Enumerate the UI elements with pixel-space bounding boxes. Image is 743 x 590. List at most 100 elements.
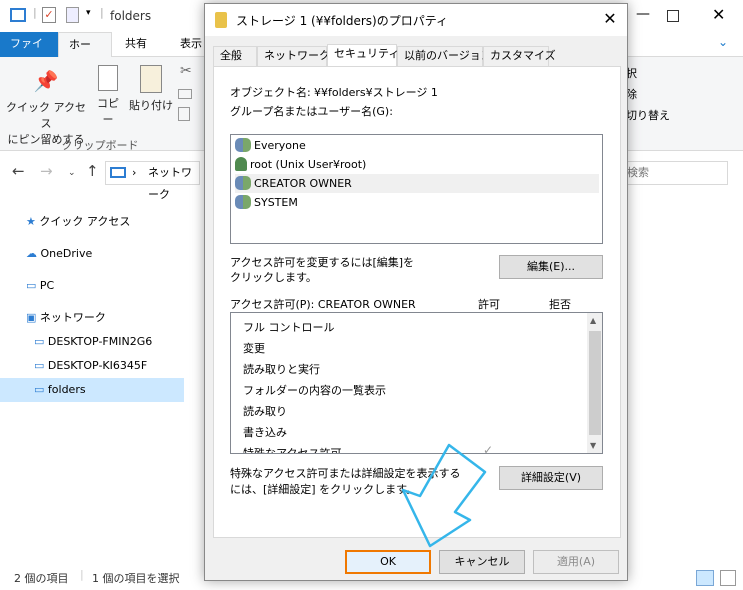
- dialog-close-button[interactable]: ✕: [600, 9, 620, 29]
- dialog-titlebar: ストレージ 1 (¥¥folders)のプロパティ ✕: [205, 4, 627, 36]
- tab-share[interactable]: 共有: [115, 32, 157, 57]
- maximize-button[interactable]: [667, 10, 679, 22]
- explorer-title: folders: [110, 9, 152, 23]
- allow-checkmark-icon: ✓: [483, 443, 494, 454]
- network-computer-icon: [110, 167, 126, 178]
- search-placeholder: 検索: [627, 166, 649, 179]
- permission-item: 特殊なアクセス許可: [243, 447, 342, 454]
- invert-selection-label[interactable]: 切り替え: [626, 107, 670, 123]
- nav-desktop-1[interactable]: ▭ DESKTOP-FMIN2G6: [34, 330, 152, 354]
- object-name-label: オブジェクト名:: [230, 86, 311, 99]
- new-folder-icon[interactable]: [66, 7, 79, 23]
- back-arrow-icon[interactable]: ←: [12, 162, 25, 180]
- object-name-value: ¥¥folders¥ストレージ 1: [314, 86, 438, 99]
- advanced-text-1: 特殊なアクセス許可または詳細設定を表示する: [230, 467, 461, 480]
- change-permission-text-2: クリックします。: [230, 271, 317, 284]
- tab-previous-versions[interactable]: 以前のバージョン: [397, 46, 492, 66]
- group-name: CREATOR OWNER: [254, 177, 352, 190]
- nav-desktop-2[interactable]: ▭ DESKTOP-KI6345F: [34, 354, 147, 378]
- group-list-label: グループ名またはユーザー名(G):: [230, 105, 393, 118]
- separator: |: [80, 568, 84, 581]
- computer-icon: [10, 8, 26, 22]
- users-icon: [235, 195, 251, 209]
- group-name: SYSTEM: [254, 196, 298, 209]
- list-item[interactable]: root (Unix User¥root): [235, 155, 599, 174]
- allow-column-header: 許可: [478, 298, 500, 311]
- tab-network[interactable]: ネットワーク: [257, 46, 330, 66]
- list-item[interactable]: SYSTEM: [235, 193, 599, 212]
- forward-arrow-icon[interactable]: →: [40, 162, 53, 180]
- nav-network[interactable]: ▣ ネットワーク: [26, 306, 106, 330]
- nav-onedrive[interactable]: ☁ OneDrive: [26, 242, 92, 266]
- tab-home[interactable]: ホーム: [58, 32, 112, 75]
- nav-folders[interactable]: ▭ folders: [0, 378, 184, 402]
- computer-icon: ▭: [34, 383, 45, 396]
- details-view-icon[interactable]: [696, 570, 714, 586]
- cancel-button[interactable]: キャンセル: [439, 550, 525, 574]
- address-text: ネットワーク: [148, 166, 192, 201]
- user-icon: [235, 157, 247, 171]
- tab-customize[interactable]: カスタマイズ: [483, 46, 556, 66]
- scroll-down-arrow-icon[interactable]: ▼: [590, 441, 596, 450]
- list-item[interactable]: Everyone: [235, 136, 599, 155]
- status-item-count: 2 個の項目: [14, 572, 69, 585]
- address-input[interactable]: › ネットワーク: [105, 161, 200, 201]
- tab-general[interactable]: 全般: [213, 46, 257, 66]
- navigation-pane: ★ クイック アクセス ☁ OneDrive ▭ PC ▣ ネットワーク ▭ D…: [0, 205, 184, 415]
- nav-quick-access[interactable]: ★ クイック アクセス: [26, 210, 130, 234]
- permission-item: 変更: [243, 342, 265, 355]
- breadcrumb-chevron-icon[interactable]: ›: [132, 162, 136, 184]
- computer-icon: ▭: [34, 335, 45, 348]
- computer-icon: ▭: [34, 359, 45, 372]
- advanced-button[interactable]: 詳細設定(V): [499, 466, 603, 490]
- nav-onedrive-label: OneDrive: [40, 247, 93, 260]
- permission-item: フル コントロール: [243, 321, 335, 334]
- recent-chevron-icon[interactable]: ⌄: [68, 168, 76, 178]
- large-icons-view-icon[interactable]: [720, 570, 736, 586]
- up-arrow-icon[interactable]: ↑: [86, 162, 99, 180]
- users-icon: [235, 176, 251, 190]
- explorer-close-button[interactable]: ✕: [712, 5, 725, 24]
- permission-item: 読み取りと実行: [243, 363, 320, 376]
- minimize-button[interactable]: —: [636, 6, 650, 22]
- properties-dialog: ストレージ 1 (¥¥folders)のプロパティ ✕ 全般 ネットワーク セキ…: [204, 3, 628, 581]
- dialog-title: ストレージ 1 (¥¥folders)のプロパティ: [236, 14, 449, 28]
- apply-button[interactable]: 適用(A): [533, 550, 619, 574]
- users-icon: [235, 138, 251, 152]
- separator: |: [100, 6, 104, 19]
- deny-column-header: 拒否: [549, 298, 571, 311]
- permission-list[interactable]: フル コントロール 変更 読み取りと実行 フォルダーの内容の一覧表示 読み取り …: [230, 312, 603, 454]
- separator: |: [33, 6, 37, 19]
- permission-list-label: アクセス許可(P): CREATOR OWNER: [230, 298, 416, 311]
- cloud-icon: ☁: [26, 247, 37, 260]
- customize-qat-icon[interactable]: ▾: [86, 8, 91, 18]
- change-permission-text-1: アクセス許可を変更するには[編集]を: [230, 256, 415, 269]
- permission-item: フォルダーの内容の一覧表示: [243, 384, 386, 397]
- star-icon: ★: [26, 215, 36, 228]
- group-name: Everyone: [254, 139, 306, 152]
- drive-icon: [215, 12, 227, 28]
- properties-icon[interactable]: ✓: [42, 7, 56, 23]
- tab-security[interactable]: セキュリティ: [327, 44, 399, 68]
- scrollbar-thumb[interactable]: [589, 331, 601, 435]
- scroll-up-arrow-icon[interactable]: ▲: [590, 316, 596, 325]
- group-name: root (Unix User¥root): [250, 158, 367, 171]
- nav-folders-label: folders: [47, 383, 86, 396]
- security-tab-panel: オブジェクト名: ¥¥folders¥ストレージ 1 グループ名またはユーザー名…: [213, 66, 621, 538]
- nav-desktop-2-label: DESKTOP-KI6345F: [47, 359, 148, 372]
- group-user-list[interactable]: Everyone root (Unix User¥root) CREATOR O…: [230, 134, 603, 244]
- list-item[interactable]: CREATOR OWNER: [235, 174, 599, 193]
- nav-quick-access-label: クイック アクセス: [39, 215, 131, 228]
- advanced-text-2: には、[詳細設定] をクリックします。: [230, 483, 417, 496]
- nav-pc-label: PC: [39, 279, 55, 292]
- permission-item: 読み取り: [243, 405, 287, 418]
- pc-icon: ▭: [26, 279, 37, 292]
- edit-button[interactable]: 編集(E)...: [499, 255, 603, 279]
- nav-pc[interactable]: ▭ PC: [26, 274, 54, 298]
- ok-button[interactable]: OK: [345, 550, 431, 574]
- network-icon: ▣: [26, 311, 37, 324]
- tab-file[interactable]: ファイル: [0, 32, 58, 74]
- ribbon-expand-icon[interactable]: ⌄: [718, 35, 728, 49]
- permission-scrollbar[interactable]: ▲ ▼: [587, 313, 602, 453]
- status-selection: 1 個の項目を選択: [92, 572, 180, 585]
